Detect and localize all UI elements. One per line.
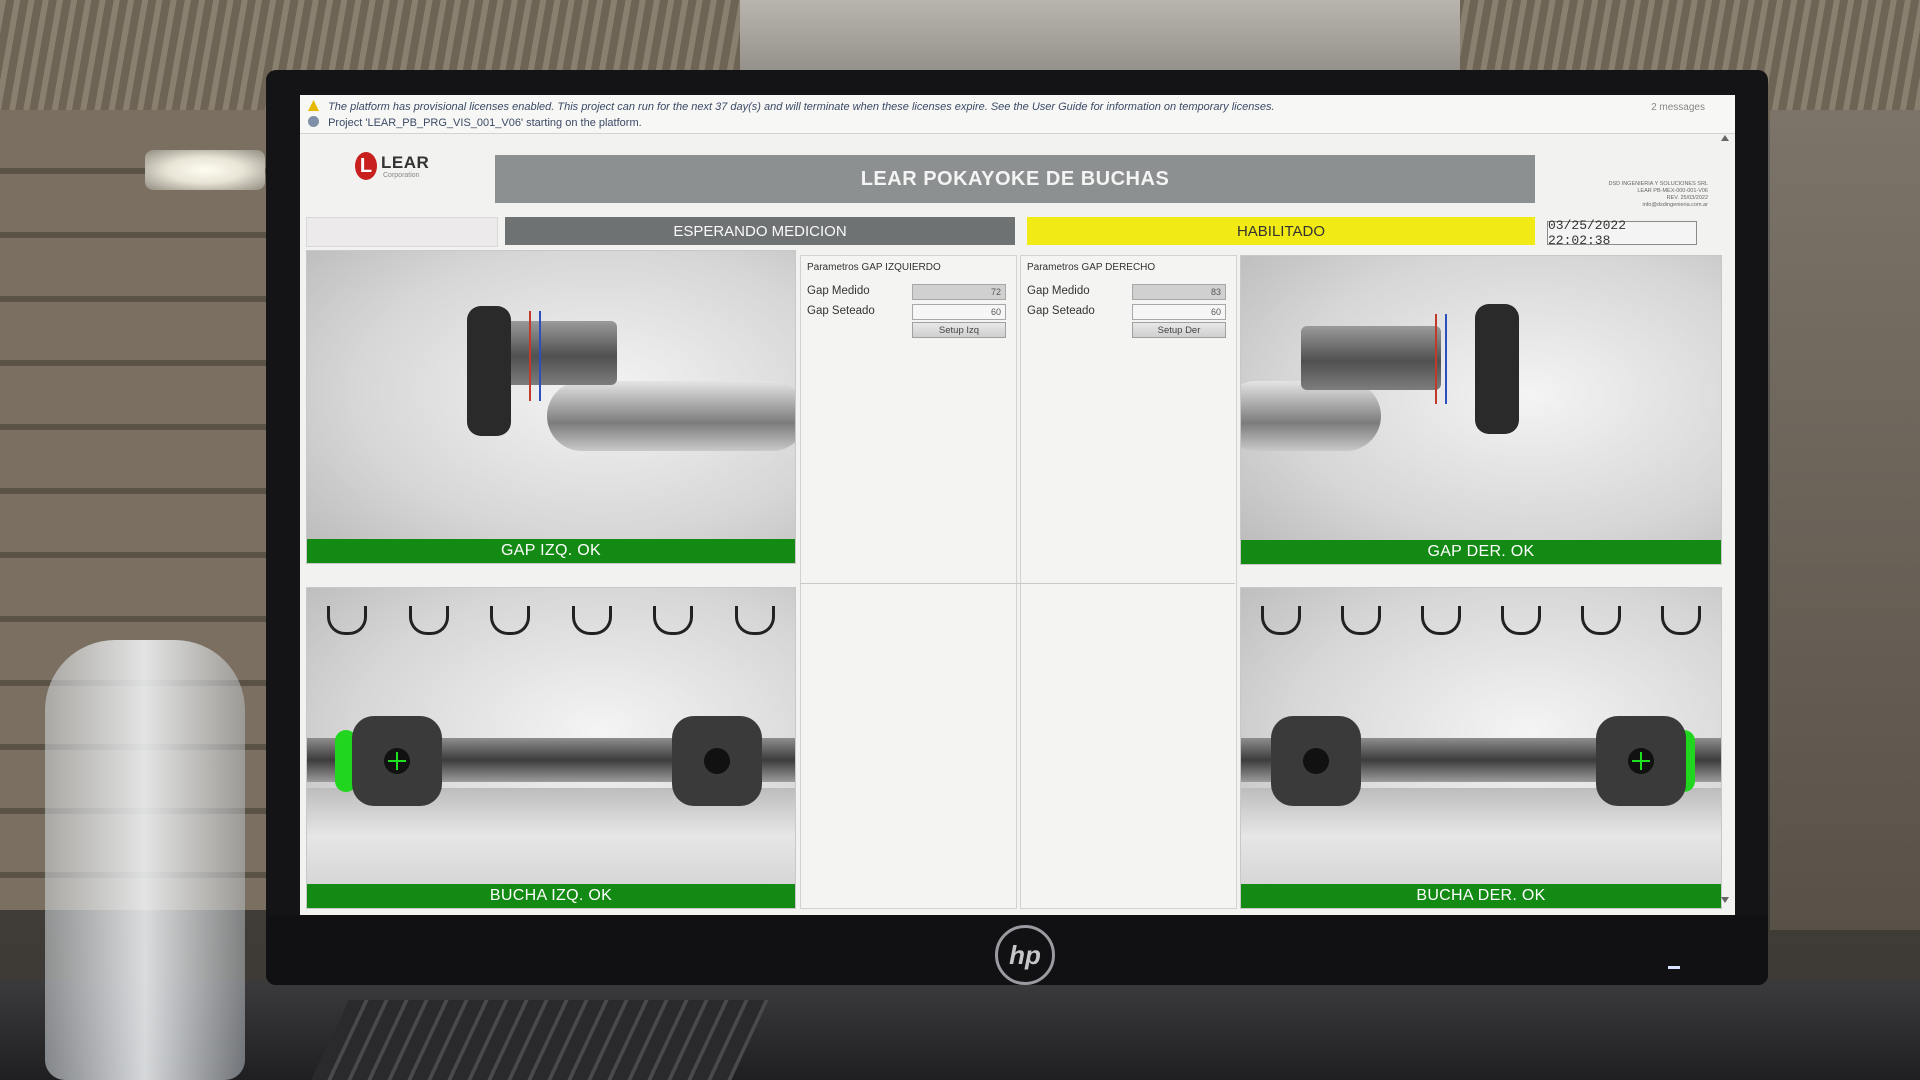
power-led-icon: [1668, 966, 1680, 969]
gap-measured-label: Gap Medido: [807, 285, 870, 297]
bushing-right-result: BUCHA DER. OK: [1241, 884, 1721, 908]
camera-gap-right: GAP DER. OK: [1240, 255, 1722, 565]
scroll-up-icon[interactable]: [1721, 135, 1729, 141]
company-info: DSD INGENIERIA Y SOLUCIONES SRL LEAR PB-…: [1568, 181, 1708, 209]
clip-shape: [734, 606, 775, 635]
params-right-title: Parametros GAP DERECHO: [1027, 262, 1156, 273]
params-left-panel: Parametros GAP IZQUIERDO Gap Medido 72 G…: [800, 255, 1017, 909]
part-bushing: [467, 306, 511, 436]
params-left-title: Parametros GAP IZQUIERDO: [807, 262, 941, 273]
clip-shape: [1421, 606, 1461, 635]
socket-hole: [1303, 748, 1329, 774]
license-warning-bar: The platform has provisional licenses en…: [300, 95, 1735, 134]
clip-shape: [1341, 606, 1381, 635]
part-arm: [1241, 381, 1381, 451]
clip-shape: [653, 606, 694, 635]
gap-left-result: GAP IZQ. OK: [307, 539, 795, 563]
lear-logo: L LEAR Corporation: [355, 150, 475, 186]
setup-right-button[interactable]: Setup Der: [1132, 322, 1226, 338]
gap-set-label: Gap Seteado: [807, 305, 875, 317]
gap-measured-row: Gap Medido 72: [801, 282, 1016, 302]
hp-logo: hp: [995, 925, 1055, 985]
keyboard: [311, 1000, 769, 1080]
camera-bushing-right: BUCHA DER. OK: [1240, 587, 1722, 909]
page-title: LEAR POKAYOKE DE BUCHAS: [495, 155, 1535, 203]
camera-bushing-left: BUCHA IZQ. OK: [306, 587, 796, 909]
clip-row: [327, 606, 775, 636]
background-wall-right: [1770, 110, 1920, 930]
scroll-down-icon[interactable]: [1721, 897, 1729, 903]
clip-shape: [1261, 606, 1301, 635]
gap-right-result: GAP DER. OK: [1241, 540, 1721, 564]
app-screen: The platform has provisional licenses en…: [300, 95, 1735, 915]
gap-measured-field: 72: [912, 284, 1006, 300]
clip-shape: [1661, 606, 1701, 635]
gap-set-field[interactable]: 60: [1132, 304, 1226, 320]
company-info-line: info@dsdingenieria.com.ar: [1642, 202, 1708, 208]
measurement-roi: [1435, 314, 1447, 404]
crosshair-icon: [388, 752, 406, 770]
camera-gap-left: GAP IZQ. OK: [306, 250, 796, 564]
lear-logo-icon: L: [355, 152, 377, 180]
gap-set-label: Gap Seteado: [1027, 305, 1095, 317]
gap-set-row: Gap Seteado 60: [1021, 302, 1236, 322]
ceiling-lamp: [145, 150, 265, 190]
part-arm: [547, 381, 795, 451]
setup-left-button[interactable]: Setup Izq: [912, 322, 1006, 338]
lear-logo-subtitle: Corporation: [383, 172, 420, 179]
messages-link[interactable]: 2 messages: [1651, 102, 1705, 113]
gap-measured-row: Gap Medido 83: [1021, 282, 1236, 302]
panel-divider: [800, 583, 1235, 584]
project-start-line: Project 'LEAR_PB_PRG_VIS_001_V06' starti…: [308, 116, 642, 129]
license-warning-line: The platform has provisional licenses en…: [308, 100, 1275, 113]
company-info-line: REV. 25/03/2022: [1666, 195, 1708, 201]
datetime-display: 03/25/2022 22:02:38: [1547, 218, 1697, 248]
spray-bottle: [45, 640, 245, 1080]
part-bushing: [1475, 304, 1519, 434]
gap-measured-label: Gap Medido: [1027, 285, 1090, 297]
clip-shape: [571, 606, 612, 635]
gap-measured-field: 83: [1132, 284, 1226, 300]
status-empty-box: [306, 217, 498, 247]
info-icon: [308, 116, 319, 127]
clip-shape: [1501, 606, 1541, 635]
params-right-panel: Parametros GAP DERECHO Gap Medido 83 Gap…: [1020, 255, 1237, 909]
bushing-socket: [1271, 716, 1361, 806]
gap-set-field[interactable]: 60: [912, 304, 1006, 320]
clip-shape: [490, 606, 531, 635]
enabled-status-badge: HABILITADO: [1027, 217, 1535, 245]
background-floor: [0, 980, 1920, 1080]
project-start-text: Project 'LEAR_PB_PRG_VIS_001_V06' starti…: [328, 117, 642, 129]
license-warning-text: The platform has provisional licenses en…: [328, 101, 1275, 113]
company-info-line: LEAR PB-MEX-000-001-V06: [1637, 188, 1708, 194]
warning-icon: [308, 100, 319, 111]
clip-row: [1261, 606, 1701, 636]
clip-shape: [327, 606, 367, 635]
bushing-left-result: BUCHA IZQ. OK: [307, 884, 795, 908]
crosshair-icon: [1632, 752, 1650, 770]
company-info-line: DSD INGENIERIA Y SOLUCIONES SRL: [1608, 181, 1708, 187]
measurement-roi: [529, 311, 541, 401]
part-tube: [1301, 326, 1441, 390]
gap-set-row: Gap Seteado 60: [801, 302, 1016, 322]
socket-hole: [704, 748, 730, 774]
clip-shape: [408, 606, 449, 635]
measurement-status-badge: ESPERANDO MEDICION: [505, 217, 1015, 245]
bushing-socket: [672, 716, 762, 806]
clip-shape: [1581, 606, 1621, 635]
lear-logo-text: LEAR: [381, 153, 430, 172]
